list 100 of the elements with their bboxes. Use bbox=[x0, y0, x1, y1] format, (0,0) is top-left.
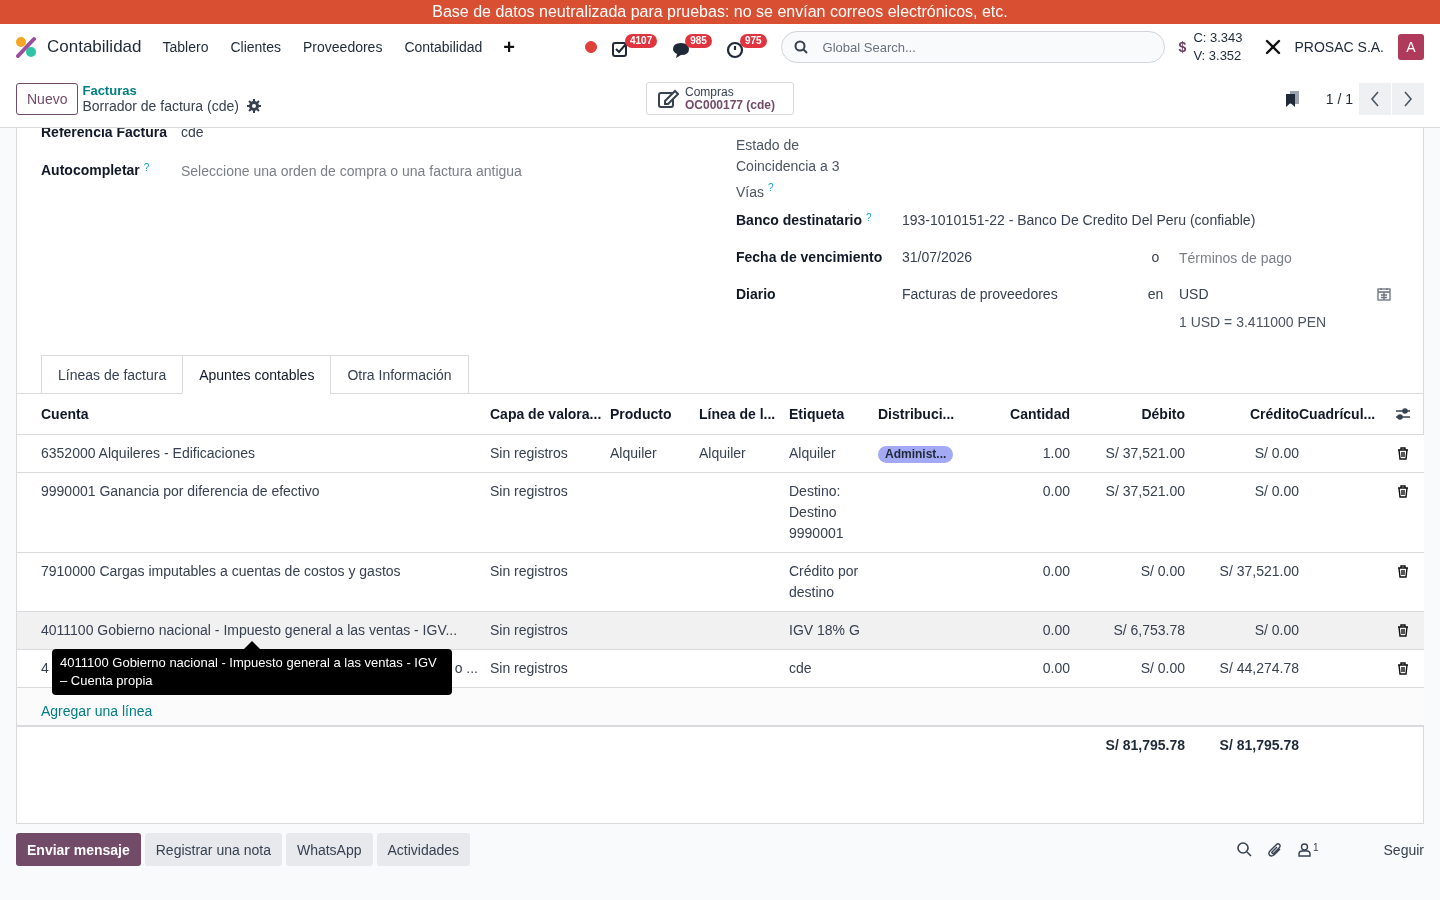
table-row[interactable]: 4011100 Gobierno nacional - Impuesto general a las ventas - IGV... Sin registros IGV 18% G 0.00 S/ 6,753.78 S/ 0.00 bbox=[17, 611, 1424, 650]
table-row[interactable]: 9990001 Ganancia por diferencia de efectivo Sin registros Destino: Destino 9990001 0.00 S/ 37,521.00 S/ 0.00 bbox=[17, 472, 1424, 553]
pager-value[interactable]: 1 / 1 bbox=[1325, 90, 1353, 107]
table-cell: Alquiler bbox=[699, 445, 746, 461]
field-value[interactable]: 193-1010151-22 - Banco De Credito Del Peru (confiable) bbox=[902, 211, 1256, 228]
table-cell: Alquiler bbox=[789, 445, 836, 461]
search-icon bbox=[793, 40, 808, 54]
field-value[interactable]: USD bbox=[1179, 285, 1209, 302]
chatter-button[interactable]: Enviar mensaje bbox=[16, 833, 141, 866]
chatter-button[interactable]: WhatsApp bbox=[285, 833, 373, 866]
search-icon[interactable] bbox=[1236, 842, 1252, 857]
column-header[interactable]: Capa de valora... bbox=[490, 393, 610, 435]
tooltip: 4011100 Gobierno nacional - Impuesto general a las ventas - IGV – Cuenta propia bbox=[52, 649, 452, 695]
column-header[interactable]: Cuadrícul... bbox=[1299, 393, 1381, 435]
menu-item[interactable]: Proveedores bbox=[303, 39, 383, 55]
record-title: Borrador de factura (cde) bbox=[82, 98, 239, 114]
joiner-text: o bbox=[1150, 248, 1161, 267]
add-button[interactable]: + bbox=[503, 35, 515, 59]
input-field[interactable]: Seleccione una orden de compra o una factura antigua bbox=[181, 162, 561, 180]
previous-button[interactable] bbox=[1359, 82, 1391, 115]
calendar-icon[interactable] bbox=[1377, 286, 1391, 301]
menu-item[interactable]: Tablero bbox=[162, 39, 209, 55]
column-header[interactable]: Crédito bbox=[1185, 393, 1299, 435]
table-cell: 9990001 Ganancia por diferencia de efectivo bbox=[41, 483, 320, 499]
buy-rate: C: 3.343 bbox=[1193, 29, 1243, 47]
column-header[interactable]: Etiqueta bbox=[789, 393, 878, 435]
trash-icon[interactable] bbox=[1396, 624, 1409, 637]
count-badge: 985 bbox=[685, 34, 712, 48]
table-cell: Alquiler bbox=[610, 445, 657, 461]
trash-icon[interactable] bbox=[1396, 485, 1409, 498]
tab[interactable]: Otra Información bbox=[330, 355, 469, 394]
column-header[interactable]: Distribuci... bbox=[878, 393, 976, 435]
next-button[interactable] bbox=[1392, 82, 1424, 115]
app-logo-icon[interactable] bbox=[15, 36, 37, 58]
table-cell: Sin registros bbox=[490, 660, 568, 676]
field-label: Diario bbox=[736, 285, 776, 302]
table-cell: 1.00 bbox=[1042, 445, 1070, 461]
tab[interactable]: Líneas de factura bbox=[41, 355, 183, 394]
tab[interactable]: Apuntes contables bbox=[182, 355, 331, 394]
column-header[interactable]: Débito bbox=[1070, 393, 1185, 435]
recording-dot[interactable] bbox=[584, 41, 597, 53]
column-header[interactable]: Cantidad bbox=[976, 393, 1070, 435]
chevron-left-icon bbox=[1370, 90, 1380, 107]
column-header[interactable]: Línea de l... bbox=[699, 393, 789, 435]
table-cell: Sin registros bbox=[490, 445, 568, 461]
table-cell: S/ 6,753.78 bbox=[1113, 622, 1185, 638]
trash-icon[interactable] bbox=[1396, 565, 1409, 578]
company-name[interactable]: PROSAC S.A. bbox=[1294, 39, 1384, 55]
field-value[interactable]: Facturas de proveedores bbox=[902, 285, 1058, 302]
distribution-tag: Administ... bbox=[878, 446, 954, 463]
menu-item[interactable]: Contabilidad bbox=[404, 39, 483, 55]
table-cell-text: o ... bbox=[454, 659, 478, 678]
count-badge: 975 bbox=[739, 34, 767, 48]
table-cell-text: 4 bbox=[41, 659, 49, 678]
new-button[interactable]: Nuevo bbox=[16, 82, 79, 115]
chatter-button[interactable]: Registrar una nota bbox=[144, 833, 282, 866]
table-cell: S/ 37,521.00 bbox=[1105, 483, 1185, 499]
total-debit: S/ 81,795.78 bbox=[1105, 737, 1185, 753]
settings-icon[interactable] bbox=[1394, 407, 1411, 421]
table-cell: 6352000 Alquileres - Edificaciones bbox=[41, 445, 256, 461]
edit-icon bbox=[656, 88, 679, 109]
breadcrumb-link[interactable]: Facturas bbox=[82, 83, 261, 98]
add-line-link[interactable]: Agregar una línea bbox=[41, 702, 153, 719]
gear-icon[interactable] bbox=[246, 99, 261, 113]
field-label: Fecha de vencimiento bbox=[736, 248, 883, 265]
smart-button[interactable]: Compras OC000177 (cde) bbox=[645, 82, 794, 115]
field-value[interactable]: 31/07/2026 bbox=[902, 248, 973, 265]
table-cell: S/ 37,521.00 bbox=[1219, 563, 1299, 579]
user-avatar[interactable]: A bbox=[1398, 34, 1424, 60]
trash-icon[interactable] bbox=[1396, 447, 1409, 460]
field-label: Estado de Coincidencia a 3 Vías $^{?}$ bbox=[736, 136, 841, 202]
table-cell: 0.00 bbox=[1042, 563, 1070, 579]
app-name-link[interactable]: Contabilidad bbox=[47, 37, 142, 57]
total-credit: S/ 81,795.78 bbox=[1219, 737, 1299, 753]
table-cell: S/ 0.00 bbox=[1254, 622, 1299, 638]
search-field[interactable]: Global Search... bbox=[780, 31, 1165, 63]
table-cell: Sin registros bbox=[490, 622, 568, 638]
table-row[interactable]: 7910000 Cargas imputables a cuentas de costos y gastos Sin registros Crédito por destino 0.00 S/ 0.00 S/ 37,521.00 bbox=[17, 552, 1424, 612]
follow-button[interactable]: Seguir bbox=[1383, 841, 1424, 858]
chat-icon[interactable] bbox=[671, 40, 692, 60]
joiner-text: en bbox=[1146, 285, 1165, 304]
table-row[interactable]: 6352000 Alquileres - Edificaciones Sin registros Alquiler Alquiler Alquiler Administ... 1.00 S/ 37,521.00 S/ 0.00 bbox=[17, 434, 1424, 473]
sell-rate: V: 3.352 bbox=[1193, 47, 1243, 65]
input-field[interactable]: Términos de pago bbox=[1179, 248, 1309, 267]
table-cell: Sin registros bbox=[490, 483, 568, 499]
trash-icon[interactable] bbox=[1396, 662, 1409, 675]
column-header[interactable]: Producto bbox=[610, 393, 699, 435]
menu-item[interactable]: Clientes bbox=[230, 39, 282, 55]
table-cell: 7910000 Cargas imputables a cuentas de costos y gastos bbox=[41, 563, 401, 579]
table-cell: Crédito por destino bbox=[789, 563, 859, 600]
column-header[interactable]: Cuenta bbox=[17, 393, 490, 435]
chatter-button[interactable]: Actividades bbox=[376, 833, 471, 866]
followers-button[interactable]: 1 bbox=[1297, 842, 1319, 857]
bookmark-icon[interactable] bbox=[1283, 89, 1300, 108]
field-label: Autocompletar bbox=[41, 162, 140, 178]
table-cell: 0.00 bbox=[1042, 622, 1070, 638]
rate-note: 1 USD = 3.411000 PEN bbox=[1179, 313, 1328, 330]
clock-icon[interactable] bbox=[725, 40, 746, 60]
paperclip-icon[interactable] bbox=[1266, 841, 1283, 858]
table-cell: 4011100 Gobierno nacional - Impuesto general a las ventas - IGV... bbox=[41, 622, 458, 638]
